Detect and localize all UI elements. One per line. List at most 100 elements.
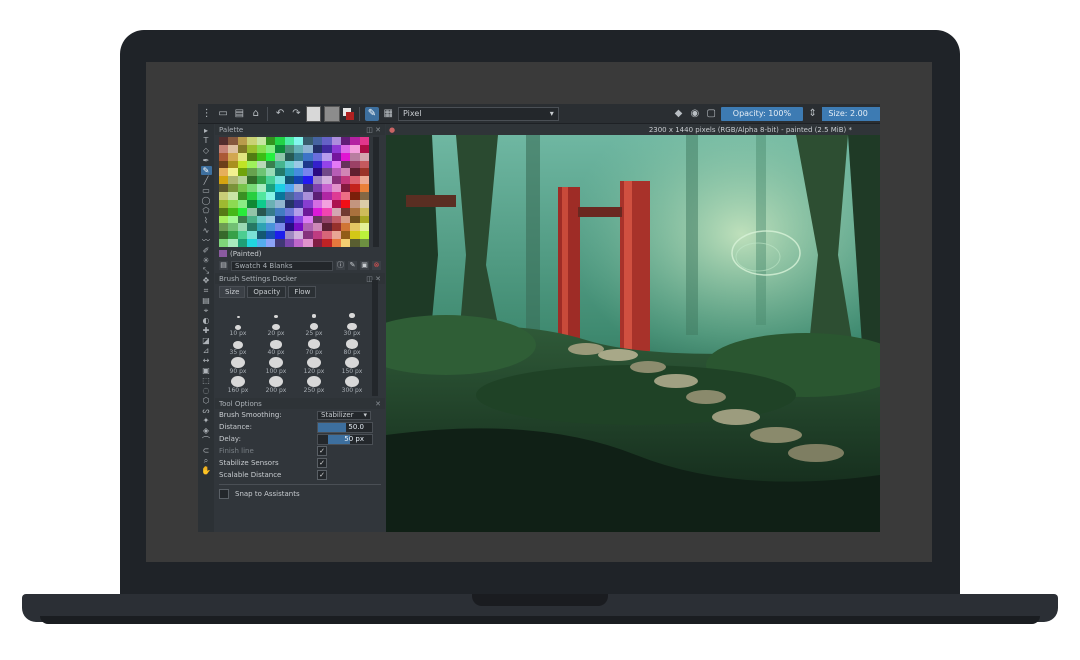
- palette-swatch[interactable]: [275, 215, 285, 224]
- close-icon[interactable]: ◫ ✕: [366, 126, 381, 134]
- palette-swatch[interactable]: [294, 207, 304, 216]
- palette-swatch[interactable]: [228, 144, 238, 153]
- palette-swatch[interactable]: [265, 207, 276, 216]
- palette-swatch[interactable]: [256, 207, 266, 216]
- palette-swatch[interactable]: [256, 144, 266, 153]
- palette-swatch[interactable]: [256, 199, 266, 208]
- brush-size-preset[interactable]: 250 px: [295, 376, 333, 394]
- palette-swatch[interactable]: [322, 223, 332, 232]
- dynamic-brush-icon[interactable]: ✐: [201, 246, 212, 255]
- palette-swatch[interactable]: [294, 223, 304, 232]
- palette-swatch[interactable]: [294, 231, 304, 240]
- palette-swatch[interactable]: [303, 215, 313, 224]
- palette-swatch[interactable]: [237, 152, 248, 161]
- palette-swatch[interactable]: [247, 215, 257, 224]
- brush-size-preset[interactable]: 200 px: [257, 376, 295, 394]
- palette-swatch[interactable]: [219, 231, 229, 240]
- palette-swatch[interactable]: [284, 137, 294, 145]
- palette-swatch[interactable]: [275, 192, 285, 200]
- palette-swatch[interactable]: [265, 199, 276, 208]
- palette-swatch[interactable]: [265, 223, 276, 232]
- palette-swatch[interactable]: [265, 231, 276, 240]
- palette-swatch[interactable]: [312, 137, 323, 145]
- palette-swatch[interactable]: [294, 160, 304, 169]
- palette-swatch[interactable]: [247, 239, 257, 247]
- palette-swatch[interactable]: [350, 192, 360, 200]
- palette-swatch[interactable]: [219, 144, 229, 153]
- palette-swatch[interactable]: [247, 152, 257, 161]
- palette-swatch[interactable]: [294, 184, 304, 192]
- palette-swatch[interactable]: [350, 199, 360, 208]
- palette-swatch[interactable]: [331, 192, 341, 200]
- measure-tool-icon[interactable]: ↔: [201, 356, 212, 365]
- palette-swatch[interactable]: [322, 176, 332, 185]
- smart-patch-icon[interactable]: ✚: [201, 326, 212, 335]
- palette-swatch[interactable]: [237, 239, 248, 247]
- polyline-tool-icon[interactable]: ⌇: [201, 216, 212, 225]
- palette-swatch[interactable]: [265, 239, 276, 247]
- palette-swatch[interactable]: [247, 176, 257, 185]
- palette-swatch[interactable]: [237, 231, 248, 240]
- palette-swatch[interactable]: [331, 184, 341, 192]
- palette-swatch[interactable]: [312, 176, 323, 185]
- palette-swatch[interactable]: [312, 239, 323, 247]
- palette-swatch[interactable]: [219, 215, 229, 224]
- palette-swatch[interactable]: [340, 207, 351, 216]
- palette-swatch[interactable]: [284, 184, 294, 192]
- eraser-icon[interactable]: ◆: [672, 107, 685, 121]
- palette-swatch[interactable]: [340, 144, 351, 153]
- size-slider[interactable]: Size: 2.00: [822, 106, 880, 121]
- colorize-mask-icon[interactable]: ◐: [201, 316, 212, 325]
- palette-swatch[interactable]: [265, 215, 276, 224]
- palette-swatch[interactable]: [350, 215, 360, 224]
- polygon-select-icon[interactable]: ⬡: [201, 396, 212, 405]
- palette-swatch[interactable]: [237, 199, 248, 208]
- palette-swatch[interactable]: [359, 160, 369, 169]
- palette-swatch[interactable]: [256, 137, 266, 145]
- palette-swatch[interactable]: [219, 152, 229, 161]
- palette-swatch[interactable]: [219, 192, 229, 200]
- delay-slider[interactable]: 50 px: [317, 433, 373, 445]
- palette-swatch[interactable]: [237, 215, 248, 224]
- palette-swatch[interactable]: [303, 137, 313, 145]
- brush-size-preset[interactable]: 25 px: [295, 319, 333, 337]
- select-shapes-icon[interactable]: ▸: [201, 126, 212, 135]
- opacity-stepper-icon[interactable]: ⇕: [806, 107, 819, 121]
- brush-size-preset[interactable]: 90 px: [219, 357, 257, 375]
- canvas[interactable]: [386, 135, 880, 532]
- palette-swatch[interactable]: [350, 176, 360, 185]
- palette-swatch[interactable]: [219, 239, 229, 247]
- palette-swatch[interactable]: [256, 223, 266, 232]
- palette-swatch-grid[interactable]: [219, 137, 369, 247]
- palette-swatch[interactable]: [350, 144, 360, 153]
- palette-swatch[interactable]: [331, 168, 341, 177]
- palette-swatch[interactable]: [275, 223, 285, 232]
- palette-swatch[interactable]: [237, 168, 248, 177]
- color-picker-icon[interactable]: ⌖: [201, 306, 212, 315]
- line-tool-icon[interactable]: ╱: [201, 176, 212, 185]
- gradient-tool-icon[interactable]: ▤: [201, 296, 212, 305]
- palette-swatch[interactable]: [275, 199, 285, 208]
- brush-size-preset[interactable]: 80 px: [333, 338, 371, 356]
- palette-swatch[interactable]: [237, 184, 248, 192]
- palette-swatch[interactable]: [284, 152, 294, 161]
- palette-swatch[interactable]: [359, 231, 369, 240]
- palette-swatch[interactable]: [312, 152, 323, 161]
- palette-swatch[interactable]: [284, 192, 294, 200]
- palette-swatch[interactable]: [340, 192, 351, 200]
- palette-swatch[interactable]: [359, 184, 369, 192]
- palette-swatch[interactable]: [228, 223, 238, 232]
- palette-swatch[interactable]: [219, 207, 229, 216]
- palette-swatch[interactable]: [350, 207, 360, 216]
- snap-assistants-checkbox[interactable]: [219, 489, 229, 499]
- palette-swatch[interactable]: [340, 215, 351, 224]
- tab-opacity[interactable]: Opacity: [247, 286, 287, 298]
- text-tool-icon[interactable]: T: [201, 136, 212, 145]
- palette-swatch[interactable]: [256, 231, 266, 240]
- palette-swatch[interactable]: [275, 137, 285, 145]
- palette-swatch[interactable]: [228, 192, 238, 200]
- tab-size[interactable]: Size: [219, 286, 246, 298]
- multibrush-icon[interactable]: ✳: [201, 256, 212, 265]
- pan-tool-icon[interactable]: ✋: [201, 466, 212, 475]
- palette-swatch[interactable]: [294, 215, 304, 224]
